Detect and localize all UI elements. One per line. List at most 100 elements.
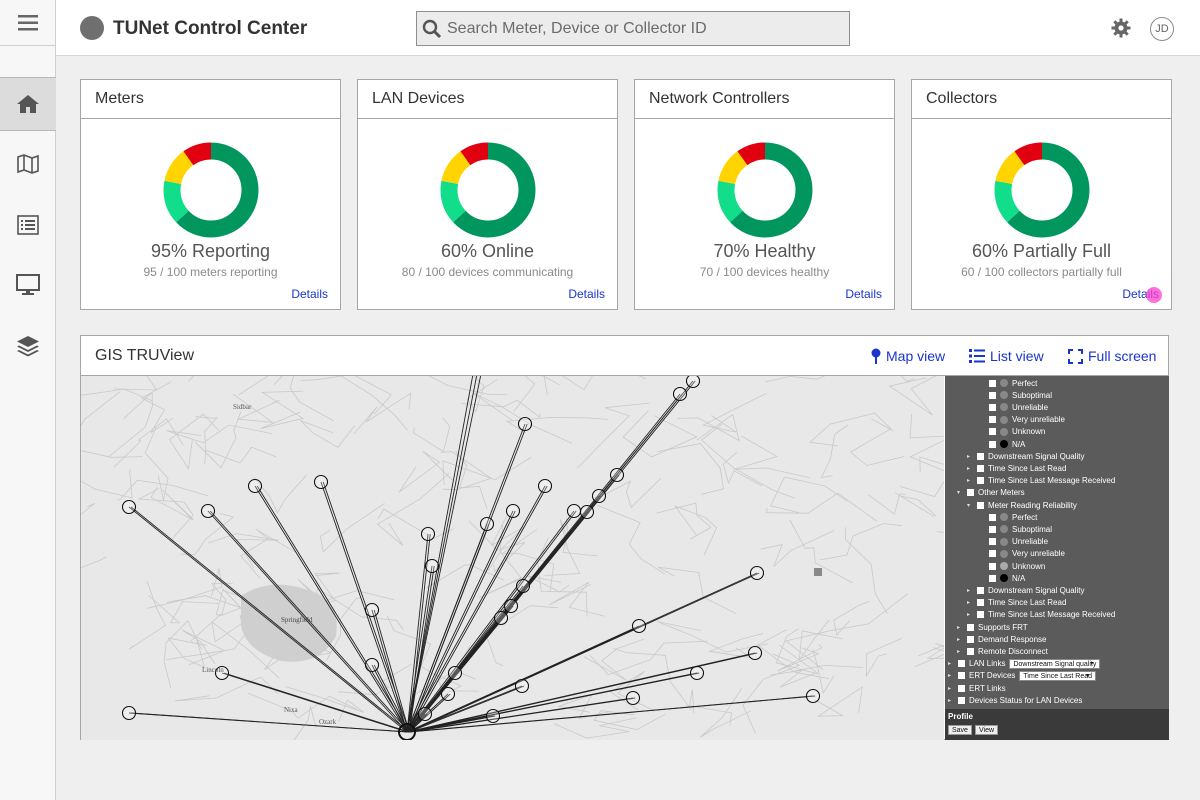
layer-checkbox[interactable] xyxy=(989,513,996,521)
expand-right-icon[interactable]: ▸ xyxy=(948,697,954,704)
search-input[interactable] xyxy=(447,19,837,38)
legend-row[interactable]: ▸ Remote Disconnect xyxy=(957,645,1048,657)
expand-right-icon[interactable]: ▸ xyxy=(967,587,973,594)
expand-right-icon[interactable]: ▸ xyxy=(967,477,973,484)
layer-checkbox[interactable] xyxy=(977,586,984,594)
device-node[interactable] xyxy=(515,578,531,594)
legend-row[interactable]: Perfect xyxy=(989,377,1037,389)
expand-right-icon[interactable]: ▸ xyxy=(967,465,973,472)
device-node[interactable] xyxy=(805,688,821,704)
expand-right-icon[interactable]: ▸ xyxy=(948,660,954,667)
device-node[interactable] xyxy=(625,690,641,706)
device-node[interactable] xyxy=(121,705,137,721)
device-node[interactable] xyxy=(479,516,495,532)
layer-checkbox[interactable] xyxy=(989,440,996,448)
device-node[interactable] xyxy=(485,708,501,724)
legend-row[interactable]: ▸ ERT Links xyxy=(948,682,1006,694)
layer-checkbox[interactable] xyxy=(989,525,996,533)
layer-checkbox[interactable] xyxy=(977,477,984,485)
layer-checkbox[interactable] xyxy=(989,562,996,570)
layer-checkbox[interactable] xyxy=(989,379,996,387)
legend-row[interactable]: Very unreliable xyxy=(989,548,1065,560)
layer-checkbox[interactable] xyxy=(989,391,996,399)
legend-row[interactable]: Unreliable xyxy=(989,536,1048,548)
legend-row[interactable]: ▸ Time Since Last Read xyxy=(967,462,1066,474)
legend-row[interactable]: Suboptimal xyxy=(989,523,1052,535)
device-node[interactable] xyxy=(566,503,582,519)
device-node[interactable] xyxy=(749,565,765,581)
layer-checkbox[interactable] xyxy=(967,489,974,497)
device-node[interactable] xyxy=(503,598,519,614)
legend-row[interactable]: ▸ Downstream Signal Quality xyxy=(967,450,1084,462)
device-node[interactable] xyxy=(609,467,625,483)
layer-checkbox[interactable] xyxy=(977,452,984,460)
details-link[interactable]: Details xyxy=(845,287,882,301)
layer-checkbox[interactable] xyxy=(989,574,996,582)
layer-checkbox[interactable] xyxy=(989,538,996,546)
legend-row[interactable]: ▸ Supports FRT xyxy=(957,621,1028,633)
legend-row[interactable]: ▸ Time Since Last Message Received xyxy=(967,609,1115,621)
expand-right-icon[interactable]: ▸ xyxy=(948,685,954,692)
layer-checkbox[interactable] xyxy=(977,599,984,607)
legend-row[interactable]: ▾ Meter Reading Reliability xyxy=(967,499,1077,511)
device-node[interactable] xyxy=(121,499,137,515)
legend-select[interactable]: Downstream Signal quality xyxy=(1009,658,1101,669)
layer-checkbox[interactable] xyxy=(967,635,974,643)
device-node[interactable] xyxy=(493,610,509,626)
legend-row[interactable]: Unreliable xyxy=(989,401,1048,413)
legend-row[interactable]: Unknown xyxy=(989,560,1045,572)
expand-right-icon[interactable]: ▸ xyxy=(967,611,973,618)
legend-row[interactable]: ▸ LAN Links Downstream Signal quality ▾ xyxy=(948,658,1101,670)
device-node[interactable] xyxy=(631,618,647,634)
layer-checkbox[interactable] xyxy=(967,623,974,631)
device-node[interactable] xyxy=(689,665,705,681)
legend-row[interactable]: ▾ Other Meters xyxy=(957,487,1025,499)
menu-button[interactable] xyxy=(0,0,56,46)
details-link[interactable]: Details xyxy=(291,287,328,301)
expand-right-icon[interactable]: ▸ xyxy=(957,636,963,643)
device-node[interactable] xyxy=(685,376,701,389)
device-node[interactable] xyxy=(514,678,530,694)
device-node[interactable] xyxy=(364,602,380,618)
device-node[interactable] xyxy=(517,416,533,432)
nav-map[interactable] xyxy=(0,137,56,191)
legend-row[interactable]: N/A xyxy=(989,438,1025,450)
legend-row[interactable]: ▸ Devices Status for LAN Devices xyxy=(948,694,1082,706)
nav-monitor[interactable] xyxy=(0,258,56,312)
list-view-button[interactable]: List view xyxy=(969,348,1044,364)
expand-right-icon[interactable]: ▸ xyxy=(948,672,954,679)
legend-row[interactable]: Perfect xyxy=(989,511,1037,523)
nav-layers[interactable] xyxy=(0,319,56,373)
legend-row[interactable]: ▸ ERT Devices Time Since Last Read ▾ xyxy=(948,670,1096,682)
expand-down-icon[interactable]: ▾ xyxy=(967,502,973,509)
user-avatar[interactable]: JD xyxy=(1150,17,1174,41)
legend-row[interactable]: ▸ Downstream Signal Quality xyxy=(967,584,1084,596)
layer-checkbox[interactable] xyxy=(958,672,965,680)
device-node[interactable] xyxy=(447,665,463,681)
nav-home[interactable] xyxy=(0,77,56,131)
legend-row[interactable]: ▸ Time Since Last Read xyxy=(967,597,1066,609)
layer-checkbox[interactable] xyxy=(989,550,996,558)
layer-checkbox[interactable] xyxy=(989,403,996,411)
layer-checkbox[interactable] xyxy=(958,660,965,668)
device-node[interactable] xyxy=(313,474,329,490)
expand-down-icon[interactable]: ▾ xyxy=(957,489,963,496)
device-node[interactable] xyxy=(672,386,688,402)
expand-right-icon[interactable]: ▸ xyxy=(967,453,973,460)
layer-checkbox[interactable] xyxy=(967,647,974,655)
layer-checkbox[interactable] xyxy=(977,611,984,619)
expand-right-icon[interactable]: ▸ xyxy=(957,624,963,631)
layer-checkbox[interactable] xyxy=(958,684,965,692)
save-button[interactable]: Save xyxy=(948,725,972,735)
settings-button[interactable] xyxy=(1111,18,1131,43)
expand-right-icon[interactable]: ▸ xyxy=(957,648,963,655)
map-view-button[interactable]: Map view xyxy=(871,348,945,364)
layer-checkbox[interactable] xyxy=(977,501,984,509)
expand-right-icon[interactable]: ▸ xyxy=(967,599,973,606)
device-node[interactable] xyxy=(505,503,521,519)
device-node[interactable] xyxy=(424,558,440,574)
device-node[interactable] xyxy=(420,526,436,542)
nav-list[interactable] xyxy=(0,198,56,252)
details-link[interactable]: Details xyxy=(568,287,605,301)
device-node[interactable] xyxy=(440,686,456,702)
